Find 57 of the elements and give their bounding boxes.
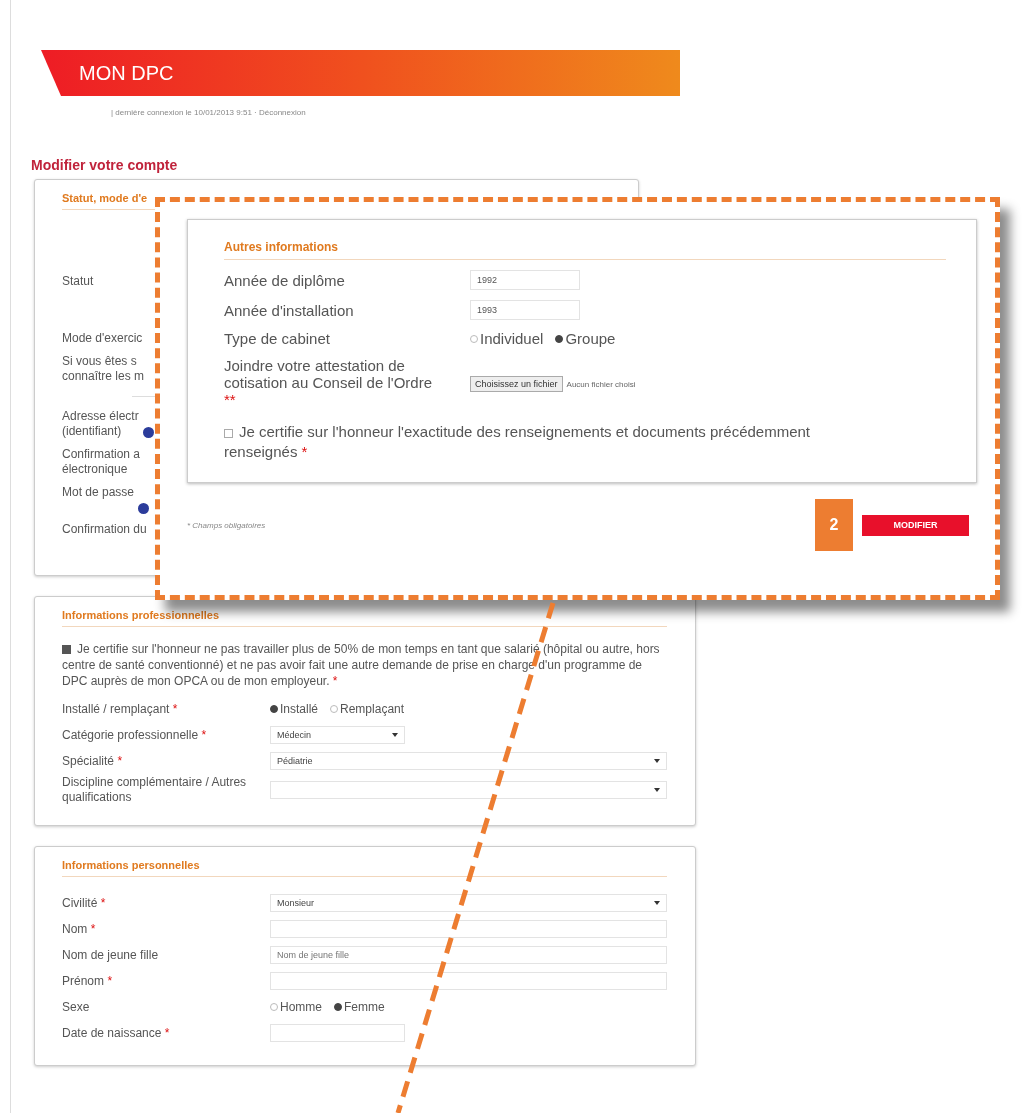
text-field[interactable]: 1993 <box>470 300 580 320</box>
field-label: Nom * <box>62 921 97 937</box>
help-icon[interactable] <box>138 503 150 514</box>
file-button[interactable]: Choisissez un fichier <box>470 376 563 392</box>
field-label: Confirmation du <box>62 522 147 537</box>
checkbox[interactable] <box>62 645 71 655</box>
dropdown[interactable]: Pédiatrie <box>270 752 667 770</box>
radio-label: Installé <box>280 702 319 716</box>
field-label: Joindre votre attestation de cotisation au Conseil de l'Ordre ** <box>224 357 433 408</box>
radio-label: Remplaçant <box>340 702 405 716</box>
help-icon[interactable] <box>142 427 154 438</box>
radio-label: Groupe <box>565 330 616 347</box>
text-field[interactable]: Nom de jeune fille <box>270 946 667 964</box>
radio-button[interactable] <box>555 334 564 343</box>
field-label: Spécialité * <box>62 753 124 769</box>
text-field[interactable] <box>270 1024 405 1042</box>
radio-button[interactable] <box>270 705 278 713</box>
field-label: Confirmation a électronique <box>62 447 141 477</box>
certify-statement: Je certifie sur l'honneur l'exactitude des renseignements et documents précédemment renseignés * <box>224 422 812 462</box>
section-title: Informations personnelles <box>62 855 667 877</box>
field-label: Catégorie professionnelle * <box>62 727 208 743</box>
section-title: Autres informations <box>224 236 946 260</box>
field-label: Si vous êtes s connaître les m <box>62 354 145 384</box>
field-label: Mot de passe <box>62 485 135 500</box>
text-field[interactable] <box>270 920 667 938</box>
field-label: Date de naissance * <box>62 1025 171 1041</box>
field-label: Statut <box>62 274 94 289</box>
footnote: * Champs obligatoires <box>187 520 266 530</box>
field-label: Sexe <box>62 999 91 1015</box>
dropdown[interactable]: Médecin <box>270 726 405 744</box>
text-field[interactable]: 1992 <box>470 270 580 290</box>
field-label: Année d'installation <box>224 301 355 319</box>
file-status: Aucun fichier choisi <box>566 380 636 389</box>
field-label: Mode d'exercic <box>62 331 143 346</box>
field-label: Prénom * <box>62 973 114 989</box>
page-title: Modifier votre compte <box>31 157 179 173</box>
field-label: Adresse électr (identifiant) <box>62 409 139 439</box>
radio-label: Femme <box>344 1000 385 1014</box>
submit-button[interactable]: MODIFIER <box>862 514 969 536</box>
field-label: Nom de jeune fille <box>62 947 160 963</box>
field-label: Civilité * <box>62 895 107 911</box>
step-badge: 2 <box>815 499 853 551</box>
radio-button[interactable] <box>334 1003 342 1011</box>
text-field[interactable] <box>270 972 667 990</box>
dropdown[interactable]: Monsieur <box>270 894 667 912</box>
radio-label: Homme <box>280 1000 322 1014</box>
session-info: | dernière connexion le 10/01/2013 9:51 · Déconnexion <box>111 108 307 117</box>
section-title: Informations professionnelles <box>62 605 667 627</box>
certify-statement: Je certifie sur l'honneur ne pas travailler plus de 50% de mon temps en tant que salarié (hôpital ou autre, hors centre de santé conventionné) et ne pas avoir fait une autre demande de prise en charge d'un programme de DPC auprès de mon OPCA ou de mon employeur. * <box>62 641 661 689</box>
radio-label: Individuel <box>480 330 544 347</box>
dropdown[interactable] <box>270 781 667 799</box>
checkbox[interactable] <box>224 428 233 438</box>
field-label: Type de cabinet <box>224 330 331 347</box>
field-label: Discipline complémentaire / Autres qualifications <box>62 775 248 805</box>
site-title: MON DPC <box>79 61 174 85</box>
field-label: Installé / remplaçant * <box>62 701 179 717</box>
field-label: Année de diplôme <box>224 271 346 289</box>
